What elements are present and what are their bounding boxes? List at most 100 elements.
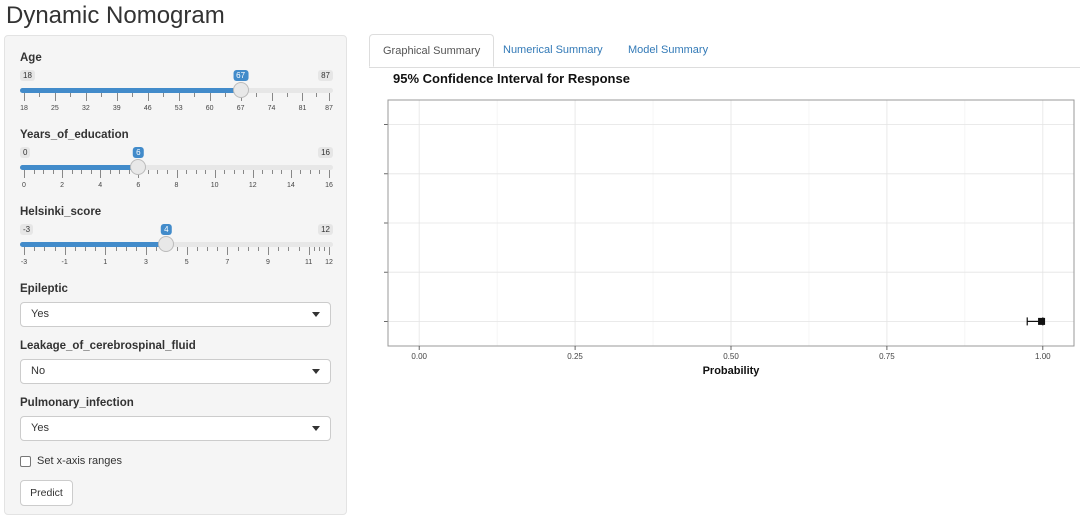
slider-tick-label: 8: [174, 182, 179, 189]
slider-minor-tick: [125, 247, 127, 251]
slider-tick-label: 6: [136, 182, 141, 189]
years-of-education-slider[interactable]: 0 16 6 0 2 4 6 8 10 12 14 16: [20, 147, 333, 203]
slider-major-tick: [105, 247, 107, 255]
slider-minor-tick: [109, 170, 111, 174]
slider-handle[interactable]: [158, 236, 175, 252]
slider-major-tick: [329, 170, 330, 178]
slider-major-tick: [62, 170, 64, 178]
slider-min-label: 0: [20, 147, 31, 158]
slider-minor-tick: [90, 170, 92, 174]
slider-minor-tick: [281, 170, 283, 174]
slider-tick-label: 10: [210, 182, 219, 189]
slider-major-tick: [329, 247, 330, 255]
predict-button[interactable]: Predict: [20, 480, 73, 506]
slider-minor-tick: [81, 170, 83, 174]
slider-major-tick: [186, 247, 188, 255]
slider-minor-tick: [52, 170, 54, 174]
x-tick-label: 0.25: [567, 352, 583, 361]
slider-major-tick: [178, 93, 180, 101]
xrange-option[interactable]: Set x-axis ranges: [20, 455, 122, 467]
slider-major-tick: [100, 170, 102, 178]
slider-tick-label: 81: [298, 105, 307, 112]
slider-minor-tick: [132, 93, 134, 97]
chart-title: 95% Confidence Interval for Response: [393, 71, 630, 86]
slider-minor-tick: [298, 247, 300, 251]
slider-tick-label: -3: [20, 259, 28, 266]
slider-tick-label: 39: [112, 105, 121, 112]
slider-minor-tick: [70, 93, 72, 97]
slider-minor-tick: [287, 93, 288, 97]
slider-minor-tick: [128, 170, 130, 174]
slider-major-tick: [268, 247, 269, 255]
sidebar: Age 18 87 67 18 25 32 39 46 53 60 67 74 81 87 Years_o…: [4, 35, 347, 515]
slider-minor-tick: [315, 93, 317, 97]
slider-tick-label: 53: [174, 105, 183, 112]
slider-minor-tick: [243, 170, 245, 174]
epileptic-select[interactable]: Yes: [20, 302, 331, 327]
x-tick-label: 0.00: [411, 352, 427, 361]
slider-major-tick: [290, 170, 292, 178]
slider-major-tick: [302, 93, 304, 101]
slider-tick-label: 0: [22, 182, 26, 189]
pulmonary-infection-select-value: Yes: [31, 422, 49, 434]
tab-graphical-summary[interactable]: Graphical Summary: [369, 34, 495, 67]
years-of-education-label: Years_of_education: [20, 129, 129, 141]
slider-minor-tick: [115, 247, 117, 251]
slider-min-label: -3: [20, 224, 34, 235]
xrange-checkbox[interactable]: [20, 455, 31, 467]
slider-minor-tick: [256, 93, 258, 97]
helsinki-score-slider[interactable]: -3 12 4 -3 -1 1 3 5 7 9 11 12: [20, 224, 333, 280]
age-slider[interactable]: 18 87 67 18 25 32 39 46 53 60 67 74 81 87: [20, 70, 333, 126]
slider-major-tick: [176, 170, 178, 178]
slider-minor-tick: [196, 247, 198, 251]
slider-major-tick: [64, 247, 66, 255]
slider-tick-label: 14: [286, 182, 295, 189]
slider-minor-tick: [195, 170, 197, 174]
ci-chart: 0.00 0.25 0.50 0.75 1.00 Probability: [384, 99, 1075, 377]
slider-value-badge: 6: [133, 147, 144, 158]
slider-tick-label: 87: [325, 105, 333, 112]
leakage-select[interactable]: No: [20, 359, 331, 384]
slider-minor-tick: [119, 170, 121, 174]
slider-minor-tick: [34, 247, 36, 251]
slider-fill: [20, 88, 241, 93]
slider-minor-tick: [323, 247, 325, 251]
slider-minor-tick: [225, 93, 227, 97]
slider-minor-tick: [237, 247, 239, 251]
slider-minor-tick: [54, 247, 56, 251]
slider-minor-tick: [205, 170, 207, 174]
slider-minor-tick: [194, 93, 196, 97]
slider-tick-label: 74: [267, 105, 276, 112]
slider-max-label: 87: [318, 70, 333, 81]
slider-minor-tick: [163, 93, 165, 97]
slider-minor-tick: [262, 170, 264, 174]
slider-tick-label: 16: [325, 182, 333, 189]
slider-tick-label: 5: [184, 259, 189, 266]
pulmonary-infection-select[interactable]: Yes: [20, 416, 331, 441]
slider-tick-label: 46: [143, 105, 152, 112]
slider-major-tick: [24, 247, 25, 255]
slider-minor-tick: [135, 247, 137, 251]
tab-numerical-summary[interactable]: Numerical Summary: [490, 34, 616, 67]
slider-minor-tick: [147, 170, 149, 174]
slider-minor-tick: [74, 247, 76, 251]
slider-max-label: 16: [318, 147, 333, 158]
slider-minor-tick: [43, 170, 45, 174]
slider-minor-tick: [319, 170, 321, 174]
x-axis-label: Probability: [703, 365, 761, 377]
slider-minor-tick: [33, 170, 35, 174]
slider-handle[interactable]: [232, 82, 249, 98]
slider-tick-label: 4: [98, 182, 103, 189]
slider-handle[interactable]: [130, 159, 147, 175]
xrange-checkbox-label: Set x-axis ranges: [37, 455, 122, 467]
x-tick-label: 0.75: [879, 352, 895, 361]
slider-fill: [20, 242, 167, 247]
slider-minor-tick: [257, 247, 259, 251]
slider-value-badge: 4: [161, 224, 172, 235]
tab-bar: Graphical Summary Numerical Summary Mode…: [369, 34, 1080, 68]
tab-model-summary[interactable]: Model Summary: [615, 34, 721, 67]
slider-minor-tick: [300, 170, 302, 174]
slider-major-tick: [147, 93, 149, 101]
slider-minor-tick: [176, 247, 178, 251]
slider-major-tick: [227, 247, 229, 255]
